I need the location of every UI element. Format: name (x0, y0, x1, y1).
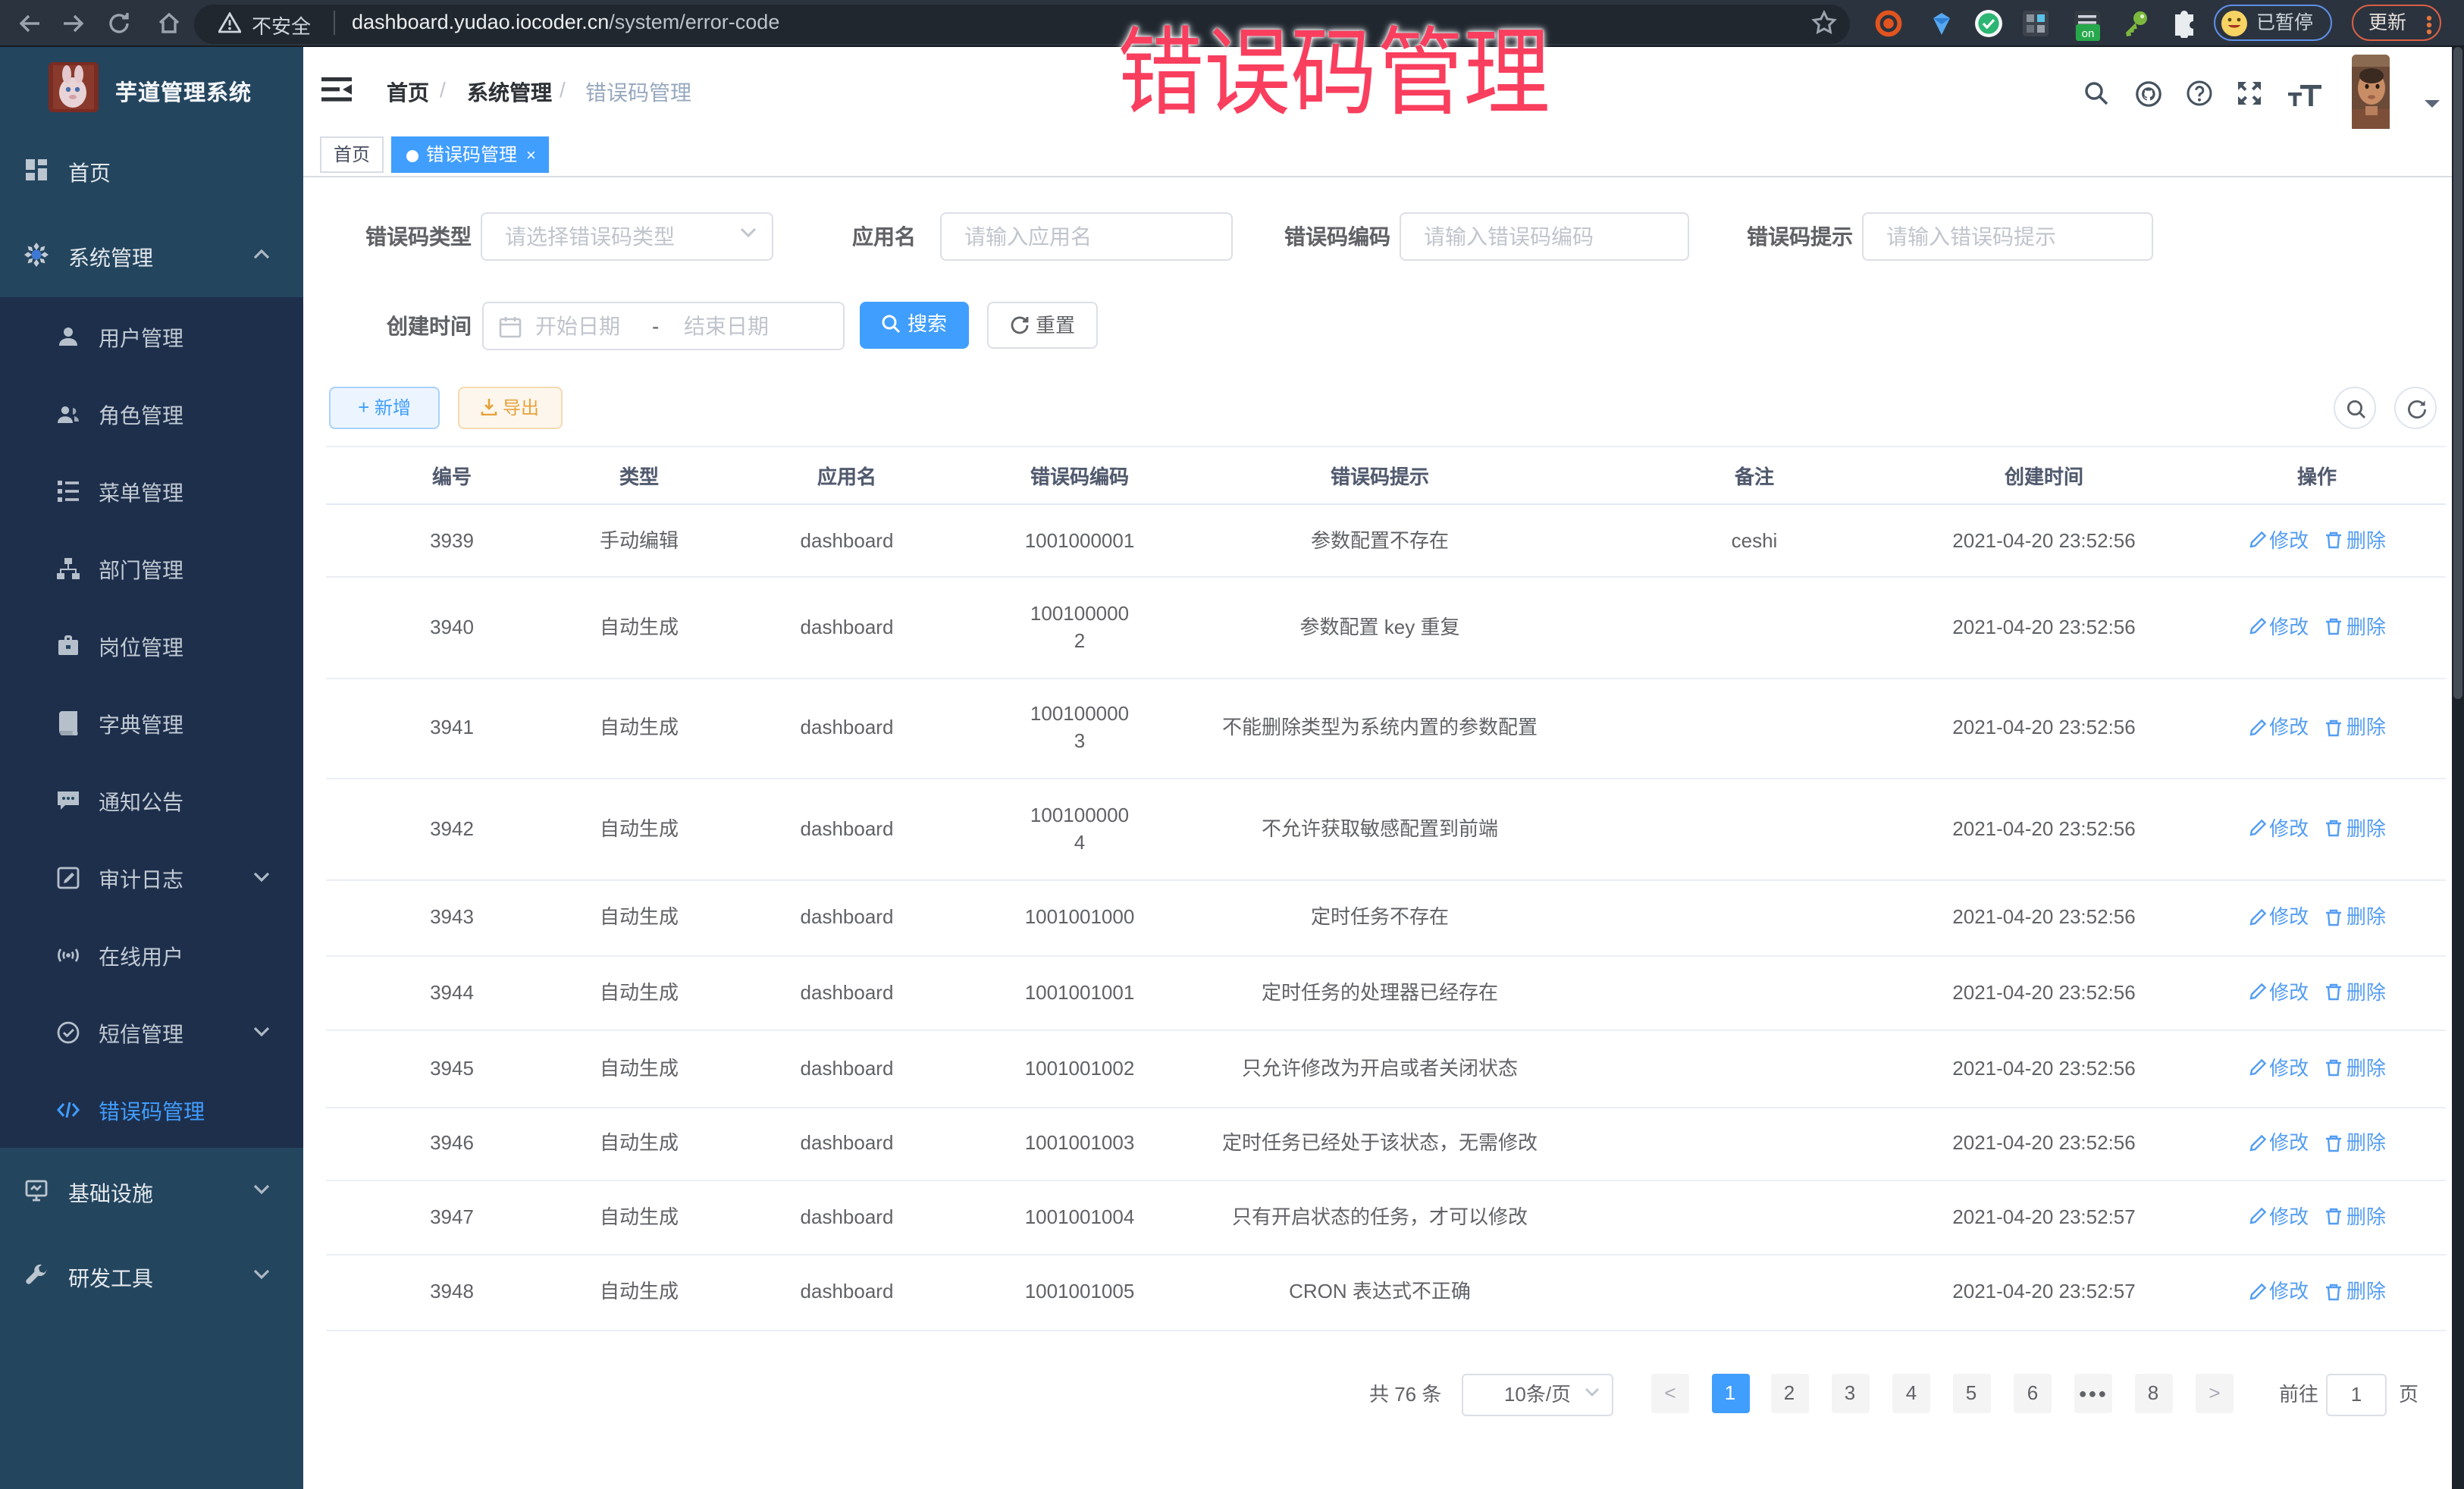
svg-text:on: on (2082, 27, 2095, 40)
